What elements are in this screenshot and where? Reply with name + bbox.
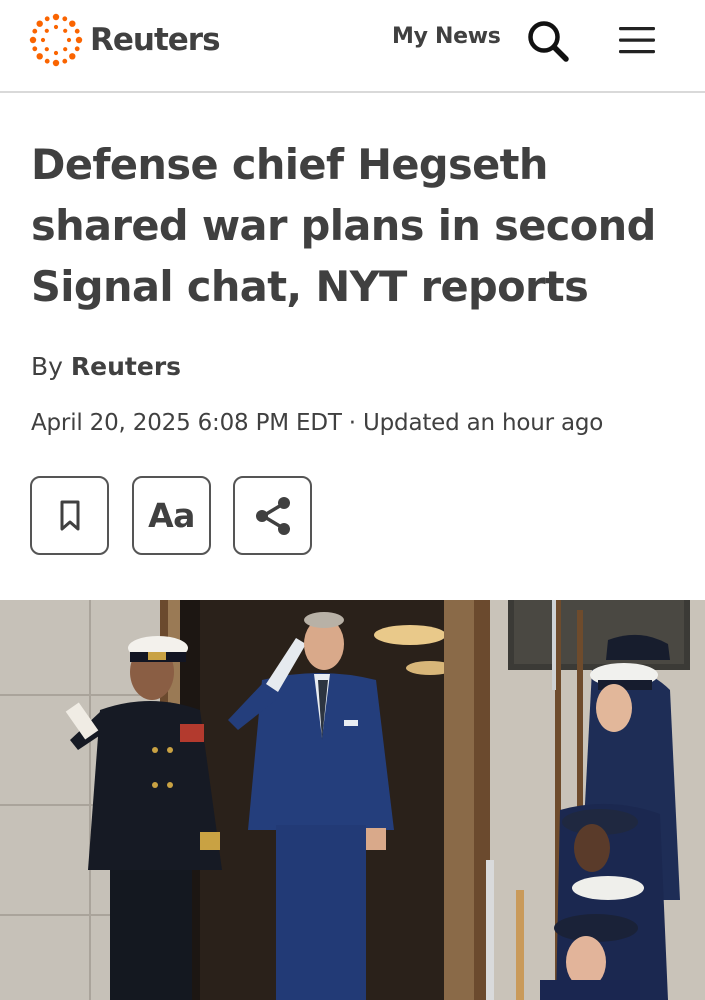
article-lead-photo[interactable] (0, 600, 705, 1000)
ceremony-photo-image (0, 600, 705, 1000)
brand-name: Reuters (90, 22, 221, 58)
author-link[interactable]: Reuters (71, 352, 181, 381)
text-size-label: Aa (148, 496, 195, 535)
site-header: Reuters My News (0, 0, 705, 93)
hamburger-menu-icon (619, 27, 655, 54)
share-button[interactable] (233, 476, 312, 555)
menu-button[interactable] (617, 24, 657, 56)
text-size-button[interactable]: Aa (132, 476, 211, 555)
bookmark-button[interactable] (30, 476, 109, 555)
search-icon (528, 21, 569, 62)
share-icon (255, 496, 290, 535)
my-news-link[interactable]: My News (392, 24, 501, 49)
search-button[interactable] (526, 19, 570, 63)
article-headline: Defense chief Hegseth shared war plans i… (31, 140, 656, 311)
bookmark-icon (60, 500, 79, 530)
reuters-logo-icon (29, 13, 83, 67)
article-dateline: April 20, 2025 6:08 PM EDT · Updated an … (31, 410, 604, 436)
byline-prefix: By (31, 352, 63, 381)
reuters-logo[interactable]: Reuters (29, 12, 221, 68)
article-byline: By Reuters (31, 352, 181, 381)
